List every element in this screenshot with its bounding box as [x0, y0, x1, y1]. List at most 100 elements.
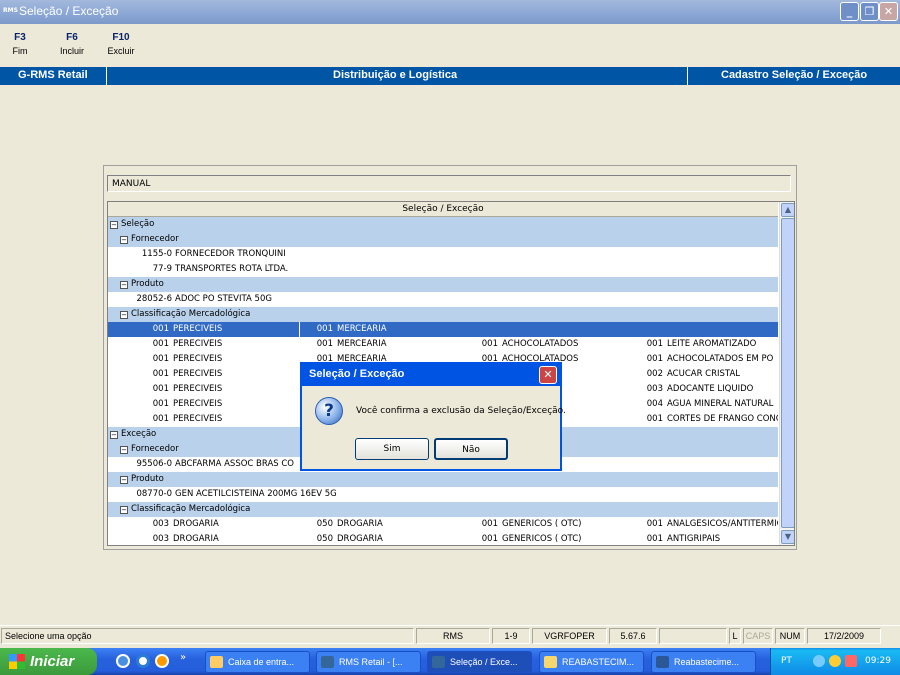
- table-row[interactable]: 001 PERECIVEIS 001 MERCEARIA: [108, 322, 778, 337]
- class-code: 001: [646, 534, 663, 544]
- desktop-icon[interactable]: [136, 654, 150, 668]
- class-code: 004: [646, 399, 663, 409]
- table-row[interactable]: 001 PERECIVEIS 001 MERCEARIA 001 ACHOCOLATADO…: [108, 337, 778, 352]
- tree-section-row[interactable]: − Produto: [108, 277, 778, 292]
- tray-app-icon[interactable]: [845, 655, 857, 667]
- class-code: 001: [152, 384, 169, 394]
- section-text: Fornecedor: [131, 444, 179, 454]
- folder-icon: [544, 656, 557, 668]
- class-name: GENERICOS ( OTC): [502, 534, 582, 544]
- table-row[interactable]: 003 DROGARIA 050 DROGARIA 001 GENERICOS ( OTC…: [108, 517, 778, 532]
- language-indicator[interactable]: PT: [781, 656, 792, 666]
- column-divider: [298, 337, 299, 352]
- fkey-code: F10: [112, 32, 130, 43]
- section-text: Fornecedor: [131, 234, 179, 244]
- task-outlook[interactable]: Caixa de entra...: [205, 651, 310, 673]
- section-label: − Fornecedor: [120, 442, 179, 457]
- class-name: PERECIVEIS: [173, 369, 223, 379]
- collapse-icon[interactable]: −: [120, 236, 128, 244]
- collapse-icon[interactable]: −: [120, 281, 128, 289]
- fkey-fim[interactable]: F3 Fim: [8, 32, 32, 56]
- quicklaunch-overflow[interactable]: »: [180, 652, 186, 663]
- ie-icon[interactable]: [116, 654, 130, 668]
- fkey-label: Excluir: [107, 46, 135, 56]
- restore-icon[interactable]: ❐: [860, 2, 879, 21]
- task-label: RMS Retail - [...: [339, 657, 403, 667]
- collapse-icon[interactable]: −: [120, 446, 128, 454]
- column-divider: [628, 517, 629, 532]
- collapse-icon[interactable]: −: [120, 476, 128, 484]
- no-button[interactable]: Não: [434, 438, 508, 460]
- volume-icon[interactable]: [829, 655, 841, 667]
- title-bar: RMS Seleção / Exceção _ ❐ ✕: [0, 0, 900, 24]
- class-code: 001: [152, 399, 169, 409]
- collapse-icon[interactable]: −: [110, 431, 118, 439]
- status-program: VGRFOPER: [532, 628, 607, 644]
- fkey-code: F6: [66, 32, 78, 43]
- task-rms-retail[interactable]: RMS Retail - [...: [316, 651, 421, 673]
- network-icon[interactable]: [813, 655, 825, 667]
- tree-section-row[interactable]: − Seleção: [108, 217, 778, 232]
- section-label: − Exceção: [110, 427, 156, 442]
- scroll-up-icon[interactable]: ▲: [781, 203, 794, 217]
- minimize-icon[interactable]: _: [840, 2, 859, 21]
- class-code: 003: [646, 384, 663, 394]
- table-row[interactable]: 1155-0 FORNECEDOR TRONQUINI: [108, 247, 778, 262]
- class-name: PERECIVEIS: [173, 354, 223, 364]
- fkey-incluir[interactable]: F6 Incluir: [57, 32, 87, 56]
- class-name: MERCEARIA: [337, 339, 387, 349]
- item-code: 1155-0: [141, 249, 172, 259]
- status-num: NUM: [775, 628, 805, 644]
- class-code: 001: [316, 339, 333, 349]
- table-row[interactable]: 08770-0 GEN ACETILCISTEINA 200MG 16EV 5G: [108, 487, 778, 502]
- collapse-icon[interactable]: −: [120, 506, 128, 514]
- item-desc: ABCFARMA ASSOC BRAS CO: [175, 459, 294, 469]
- collapse-icon[interactable]: −: [110, 221, 118, 229]
- browser-icon[interactable]: [155, 654, 169, 668]
- scroll-down-icon[interactable]: ▼: [781, 530, 794, 544]
- mail-icon: [210, 656, 223, 668]
- task-selecao[interactable]: Seleção / Exce...: [427, 651, 532, 673]
- vertical-scrollbar[interactable]: ▲ ▼: [779, 202, 794, 545]
- module-header: G-RMS Retail Distribuição e Logística Ca…: [0, 67, 900, 85]
- class-code: 002: [646, 369, 663, 379]
- class-name: PERECIVEIS: [173, 339, 223, 349]
- tree-section-row[interactable]: − Classificação Mercadológica: [108, 307, 778, 322]
- status-app: RMS: [416, 628, 490, 644]
- collapse-icon[interactable]: −: [120, 311, 128, 319]
- table-row[interactable]: 003 DROGARIA 050 DROGARIA 001 GENERICOS ( OTC…: [108, 532, 778, 545]
- table-row[interactable]: 77-9 TRANSPORTES ROTA LTDA.: [108, 262, 778, 277]
- class-code: 001: [646, 339, 663, 349]
- class-code: 003: [152, 534, 169, 544]
- column-divider: [298, 412, 299, 427]
- tree-section-row[interactable]: − Classificação Mercadológica: [108, 502, 778, 517]
- fkey-excluir[interactable]: F10 Excluir: [104, 32, 138, 56]
- task-label: Caixa de entra...: [228, 657, 295, 667]
- column-divider: [298, 517, 299, 532]
- task-folder[interactable]: REABASTECIM...: [539, 651, 644, 673]
- task-label: Seleção / Exce...: [450, 657, 518, 667]
- tree-section-row[interactable]: − Fornecedor: [108, 232, 778, 247]
- class-name: ACHOCOLATADOS: [502, 339, 579, 349]
- task-word[interactable]: Reabastecime...: [651, 651, 756, 673]
- close-icon[interactable]: ✕: [879, 2, 898, 21]
- manual-field[interactable]: MANUAL: [107, 175, 791, 192]
- column-divider: [298, 352, 299, 367]
- table-row[interactable]: 28052-6 ADOC PO STEVITA 50G: [108, 292, 778, 307]
- item-code: 95506-0: [136, 459, 172, 469]
- class-code: 001: [646, 414, 663, 424]
- yes-button[interactable]: Sim: [355, 438, 429, 460]
- fkey-code: F3: [14, 32, 26, 43]
- class-name: CORTES DE FRANGO CONG: [667, 414, 778, 424]
- scroll-thumb[interactable]: [781, 218, 794, 528]
- clock: 09:29: [865, 656, 891, 666]
- class-name: AGUA MINERAL NATURAL: [667, 399, 774, 409]
- dialog-close-icon[interactable]: ✕: [539, 366, 557, 384]
- item-desc: ADOC PO STEVITA 50G: [175, 294, 272, 304]
- task-label: REABASTECIM...: [562, 657, 635, 667]
- column-divider: [628, 412, 629, 427]
- status-range: 1-9: [492, 628, 530, 644]
- section-label: − Seleção: [110, 217, 154, 232]
- tree-section-row[interactable]: − Produto: [108, 472, 778, 487]
- class-name: GENERICOS ( OTC): [502, 519, 582, 529]
